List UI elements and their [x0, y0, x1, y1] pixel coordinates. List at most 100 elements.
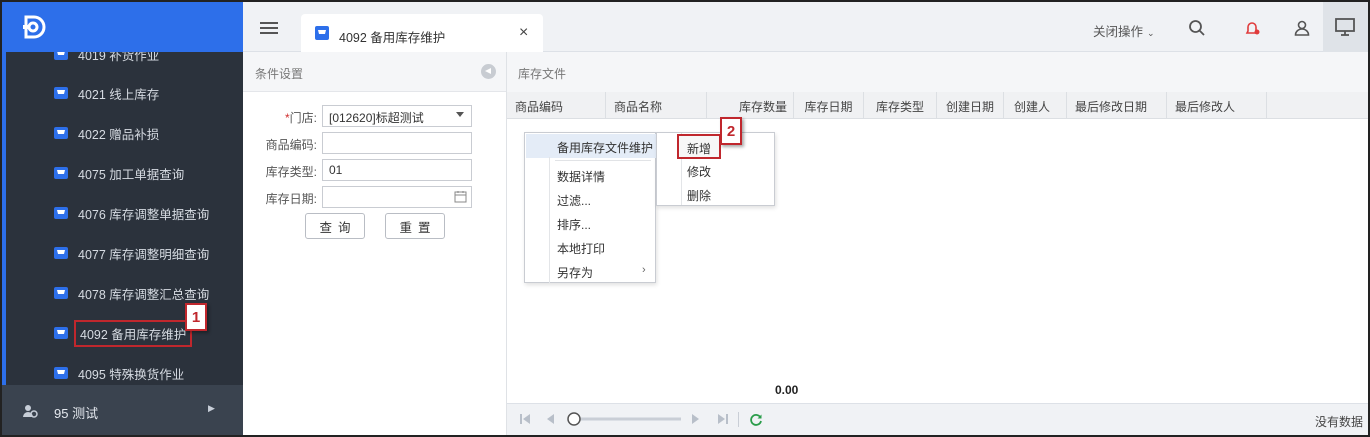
column-header[interactable]: 商品编码	[507, 92, 606, 119]
sidebar-item-label: 4092 备用库存维护	[73, 319, 193, 347]
cart-icon	[54, 327, 68, 339]
cart-icon	[315, 26, 329, 40]
user-icon[interactable]	[1293, 19, 1311, 37]
cart-icon	[54, 167, 68, 179]
search-icon[interactable]	[1188, 19, 1206, 37]
sidebar-item-4092[interactable]: 4092 备用库存维护	[6, 313, 243, 353]
menu-item-data-details[interactable]: 数据详情	[526, 163, 656, 187]
sidebar-item-4078[interactable]: 4078 库存调整汇总查询	[6, 273, 243, 313]
screen-toggle[interactable]	[1323, 2, 1368, 52]
menu-separator	[555, 160, 651, 161]
submenu: 新增 修改 删除	[656, 132, 775, 206]
cart-icon	[54, 127, 68, 139]
conditions-title: 条件设置	[255, 67, 304, 81]
sidebar-item-4019[interactable]: 4019 补货作业	[6, 52, 243, 74]
first-page-icon[interactable]	[519, 413, 531, 425]
sidebar-item-4076[interactable]: 4076 库存调整单据查询	[6, 193, 243, 233]
menu-item-filter[interactable]: 过滤...	[526, 187, 656, 211]
menu-item-label: 备用库存文件维护	[557, 141, 654, 155]
column-header[interactable]: 商品名称	[606, 92, 707, 119]
sidebar-item-4077[interactable]: 4077 库存调整明细查询	[6, 233, 243, 273]
sidebar-item-label: 4078 库存调整汇总查询	[78, 287, 210, 302]
cart-icon	[54, 287, 68, 299]
sidebar-item-4075[interactable]: 4075 加工单据查询	[6, 153, 243, 193]
refresh-icon[interactable]	[749, 413, 763, 427]
sidebar-item-4022[interactable]: 4022 赠品补损	[6, 113, 243, 153]
menu-item-label: 本地打印	[557, 242, 606, 256]
menu-item-label: 排序...	[557, 218, 592, 232]
sidebar-item-4095[interactable]: 4095 特殊换货作业	[6, 353, 243, 385]
column-header[interactable]: 最后修改日期	[1067, 92, 1167, 119]
type-input[interactable]: 01	[322, 159, 472, 181]
callout-1: 1	[185, 303, 207, 331]
column-header[interactable]: 创建人	[1004, 92, 1067, 119]
column-header[interactable]: 创建日期	[937, 92, 1004, 119]
menu-item-edit[interactable]: 修改	[658, 158, 774, 181]
logo-bar	[2, 2, 243, 52]
menu-item-save-as[interactable]: 另存为 ›	[526, 259, 656, 283]
menu-item-label: 删除	[687, 189, 712, 203]
close-icon[interactable]: ×	[519, 24, 528, 42]
menu-item-backup-maintenance[interactable]: 备用库存文件维护	[526, 134, 656, 158]
cart-icon	[54, 247, 68, 259]
monitor-icon	[1335, 18, 1355, 36]
file-title: 库存文件	[518, 67, 567, 81]
sidebar-item-label: 4077 库存调整明细查询	[78, 247, 210, 262]
sidebar-item-label: 4021 线上库存	[78, 87, 160, 102]
tab-label: 4092 备用库存维护	[339, 31, 446, 45]
close-operations-dropdown[interactable]: 关闭操作 ⌄	[1093, 21, 1155, 40]
sidebar-item-label: 4076 库存调整单据查询	[78, 207, 210, 222]
sidebar: 4019 补货作业 4021 线上库存 4022 赠品补损 4075 加工单据查…	[2, 2, 243, 435]
chevron-right-icon: ▶	[208, 403, 215, 413]
menu-item-add[interactable]: 新增	[677, 134, 721, 159]
hamburger-menu-icon[interactable]	[260, 22, 278, 34]
query-button[interactable]: 查询	[305, 213, 365, 239]
chevron-down-icon[interactable]	[456, 112, 464, 117]
context-menu: 备用库存文件维护 数据详情 过滤... 排序... 本地打印 另存为 ›	[524, 132, 656, 283]
next-page-icon[interactable]	[691, 413, 701, 425]
sidebar-item-label: 4075 加工单据查询	[78, 167, 185, 182]
column-header[interactable]: 库存类型	[864, 92, 937, 119]
tab-4092[interactable]: 4092 备用库存维护 ×	[301, 14, 543, 53]
menu-item-local-print[interactable]: 本地打印	[526, 235, 656, 259]
page-slider[interactable]	[567, 412, 683, 426]
date-row: 库存日期:	[243, 186, 506, 208]
column-header[interactable]: 库存日期	[794, 92, 864, 119]
sidebar-item-label: 4022 赠品补损	[78, 127, 160, 142]
menu-item-label: 修改	[687, 165, 712, 179]
menu-item-label: 数据详情	[557, 170, 606, 184]
type-row: 库存类型: 01	[243, 159, 506, 181]
column-header[interactable]: 库存数量	[707, 92, 794, 119]
store-label: *门店:	[284, 111, 317, 125]
prev-page-icon[interactable]	[545, 413, 555, 425]
chevron-down-icon: ⌄	[1147, 28, 1155, 38]
cart-icon	[54, 207, 68, 219]
pager-bar: 没有数据	[507, 403, 1368, 435]
conditions-header: 条件设置	[243, 52, 506, 92]
notification-icon[interactable]	[1243, 19, 1261, 37]
sidebar-item-4021[interactable]: 4021 线上库存	[6, 73, 243, 113]
code-input[interactable]	[322, 132, 472, 154]
cart-icon	[54, 367, 68, 379]
collapse-left-icon[interactable]	[481, 64, 496, 79]
last-page-icon[interactable]	[717, 413, 729, 425]
menu-item-sort[interactable]: 排序...	[526, 211, 656, 235]
calendar-icon[interactable]	[454, 190, 467, 203]
close-operations-label: 关闭操作	[1093, 25, 1144, 39]
date-input[interactable]	[322, 186, 472, 208]
date-label: 库存日期:	[265, 192, 317, 206]
sidebar-group-95[interactable]: 95 测试 ▶	[2, 385, 243, 435]
app-window: 4019 补货作业 4021 线上库存 4022 赠品补损 4075 加工单据查…	[0, 0, 1370, 437]
menu-item-delete[interactable]: 删除	[658, 182, 774, 205]
chevron-right-icon: ›	[642, 264, 646, 276]
sidebar-item-label: 4095 特殊换货作业	[78, 367, 185, 382]
store-select[interactable]: [012620]标超测试	[322, 105, 472, 127]
reset-button[interactable]: 重置	[385, 213, 445, 239]
total-value: 0.00	[775, 383, 799, 397]
menu-item-label: 过滤...	[557, 194, 592, 208]
column-header[interactable]: 最后修改人	[1167, 92, 1267, 119]
logo-icon	[23, 15, 46, 39]
grid-header: 商品编码 商品名称 库存数量 库存日期 库存类型 创建日期 创建人 最后修改日期…	[507, 92, 1368, 119]
sidebar-group-label: 95 测试	[54, 406, 99, 421]
no-data-label: 没有数据	[1315, 415, 1364, 429]
